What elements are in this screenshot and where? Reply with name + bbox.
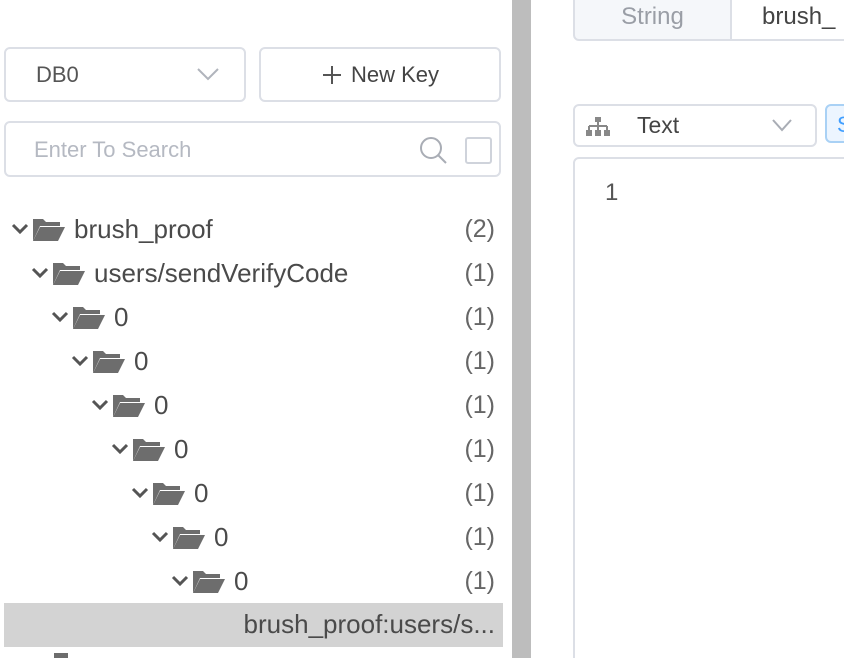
folder-open-icon xyxy=(53,263,85,285)
key-header: String brush_ xyxy=(573,0,844,41)
search-input[interactable] xyxy=(34,133,394,167)
new-key-button[interactable]: New Key xyxy=(259,47,501,102)
tree-folder-count: (2) xyxy=(464,214,495,243)
tree-folder-label: 0 xyxy=(214,521,229,552)
folder-icon xyxy=(54,653,68,658)
tree-folder-count: (1) xyxy=(464,346,495,375)
folder-open-icon xyxy=(113,395,145,417)
new-key-label: New Key xyxy=(350,61,440,87)
plus-icon xyxy=(322,65,341,84)
caret-down-icon xyxy=(11,223,29,235)
value-format-label: Text xyxy=(637,112,680,138)
tree-folder-label: 0 xyxy=(234,565,249,596)
tree-folder-label: 0 xyxy=(114,301,129,332)
folder-open-icon xyxy=(153,483,185,505)
tree-folder-count: (1) xyxy=(464,478,495,507)
tree-folder-row[interactable]: 0 (1) xyxy=(4,339,503,383)
folder-open-icon xyxy=(133,439,165,461)
sitemap-icon xyxy=(586,117,610,136)
tree-folder-count: (1) xyxy=(464,522,495,551)
folder-open-icon xyxy=(73,307,105,329)
tree-folder-count: (1) xyxy=(464,434,495,463)
tree-folder-row[interactable]: 0 (1) xyxy=(4,471,503,515)
search-icon[interactable] xyxy=(418,135,448,165)
tree-folder-row[interactable]: 0 (1) xyxy=(4,559,503,603)
folder-open-icon xyxy=(173,527,205,549)
tree-folder-label: 0 xyxy=(174,433,189,464)
caret-down-icon xyxy=(71,355,89,367)
key-name-input[interactable]: brush_ xyxy=(732,0,844,39)
folder-open-icon xyxy=(193,571,225,593)
tree-folder-label: 0 xyxy=(134,345,149,376)
value-editor[interactable]: 1 xyxy=(573,157,844,658)
folder-open-icon xyxy=(33,219,65,241)
db-select-value: DB0 xyxy=(36,61,79,87)
key-sidebar: DB0 New Key brush_proof xyxy=(0,0,512,658)
search-box xyxy=(4,121,501,177)
tree-folder-row[interactable]: 0 (1) xyxy=(4,515,503,559)
tree-folder-label: users/sendVerifyCode xyxy=(94,257,349,288)
exact-search-checkbox[interactable] xyxy=(465,137,492,164)
tree-folder-count: (1) xyxy=(464,302,495,331)
tree-folder-label: 0 xyxy=(194,477,209,508)
key-type-tag: String xyxy=(575,0,732,39)
caret-down-icon xyxy=(151,531,169,543)
caret-down-icon xyxy=(131,487,149,499)
panel-resize-handle[interactable] xyxy=(512,0,531,658)
tree-folder-row[interactable]: 0 (1) xyxy=(4,383,503,427)
caret-down-icon xyxy=(171,575,189,587)
tree-folder-row[interactable]: users/sendVerifyCode (1) xyxy=(4,251,503,295)
tree-folder-count: (1) xyxy=(464,258,495,287)
caret-down-icon xyxy=(31,267,49,279)
folder-open-icon xyxy=(93,351,125,373)
tree-key-row-selected[interactable]: brush_proof:users/s... xyxy=(4,603,503,647)
chevron-down-icon xyxy=(772,119,792,132)
tree-folder-label: brush_proof xyxy=(74,213,213,244)
app-window: DB0 New Key brush_proof xyxy=(0,0,844,658)
tree-folder-count: (1) xyxy=(464,566,495,595)
caret-down-icon xyxy=(51,311,69,323)
db-select[interactable]: DB0 xyxy=(4,47,246,102)
tree-folder-row[interactable]: brush_proof (2) xyxy=(4,207,503,251)
tree-folder-label: 0 xyxy=(154,389,169,420)
tree-key-label: brush_proof:users/s... xyxy=(243,609,495,639)
value-line: 1 xyxy=(605,179,619,206)
key-detail-panel: String brush_ Text S 1 xyxy=(531,0,844,658)
caret-down-icon xyxy=(111,443,129,455)
tree-folder-row[interactable]: 0 (1) xyxy=(4,427,503,471)
caret-down-icon xyxy=(91,399,109,411)
tree-folder-row[interactable]: 0 (1) xyxy=(4,295,503,339)
tree-folder-count: (1) xyxy=(464,390,495,419)
chevron-down-icon xyxy=(197,68,219,81)
value-size-tag: S xyxy=(825,104,844,143)
value-format-select[interactable]: Text xyxy=(573,104,817,147)
